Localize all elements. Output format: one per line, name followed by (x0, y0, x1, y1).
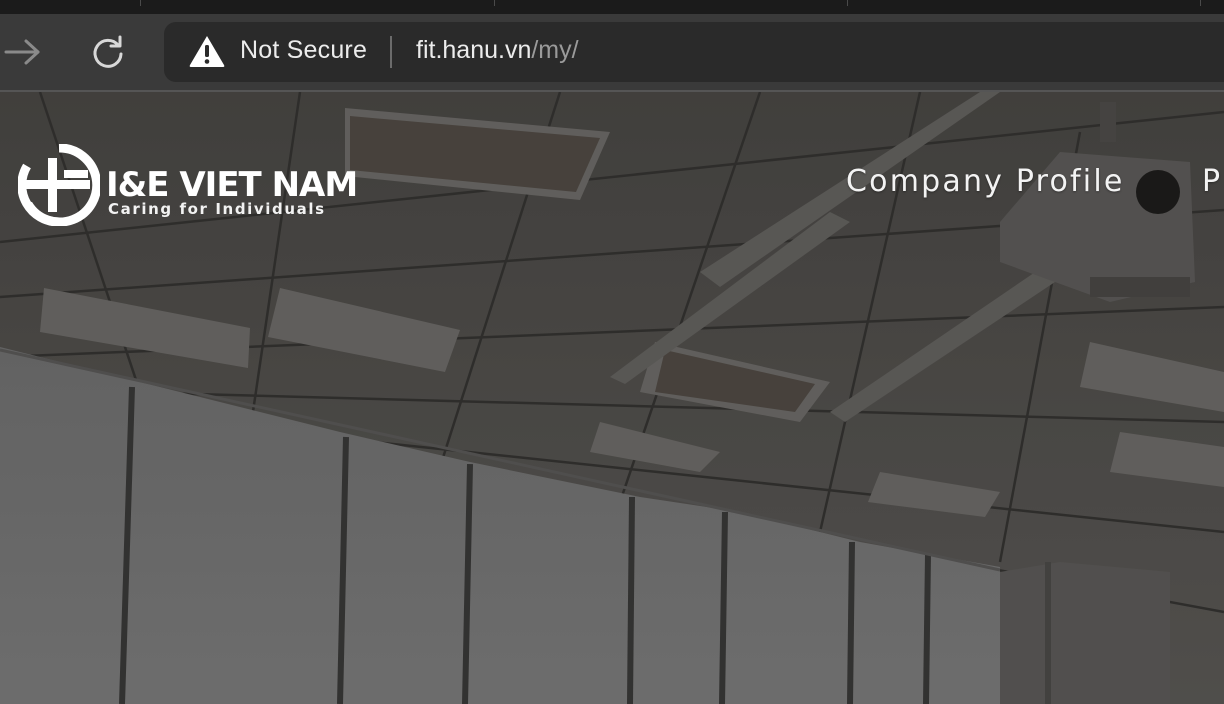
web-page: I&E VIET NAM Caring for Individuals Comp… (0, 92, 1224, 704)
forward-button[interactable] (0, 30, 44, 74)
browser-toolbar: Not Secure fit.hanu.vn/my/ (0, 14, 1224, 90)
url-path: /my/ (531, 36, 579, 64)
nav-item-truncated[interactable]: P (1202, 164, 1222, 199)
address-separator (390, 36, 392, 68)
url-host: fit.hanu.vn (416, 36, 532, 64)
tab-divider (140, 0, 141, 6)
logo-wordmark: I&E VIET NAM (106, 165, 358, 205)
tab-divider (494, 0, 495, 6)
logo-tagline: Caring for Individuals (108, 200, 326, 218)
nav-company-profile[interactable]: Company Profile (846, 164, 1125, 199)
url-text[interactable]: fit.hanu.vn/my/ (416, 36, 579, 65)
site-logo[interactable]: I&E VIET NAM Caring for Individuals (18, 144, 378, 226)
arrow-right-icon (4, 39, 40, 65)
address-bar[interactable]: Not Secure fit.hanu.vn/my/ (164, 22, 1224, 82)
reload-button[interactable] (86, 30, 130, 74)
warning-triangle-icon[interactable] (188, 34, 226, 68)
security-status-label[interactable]: Not Secure (240, 36, 367, 65)
tab-divider (847, 0, 848, 6)
logo-mark-icon (18, 144, 100, 226)
tab-strip (0, 0, 1224, 14)
reload-icon (93, 35, 123, 68)
tab-divider (1200, 0, 1201, 6)
